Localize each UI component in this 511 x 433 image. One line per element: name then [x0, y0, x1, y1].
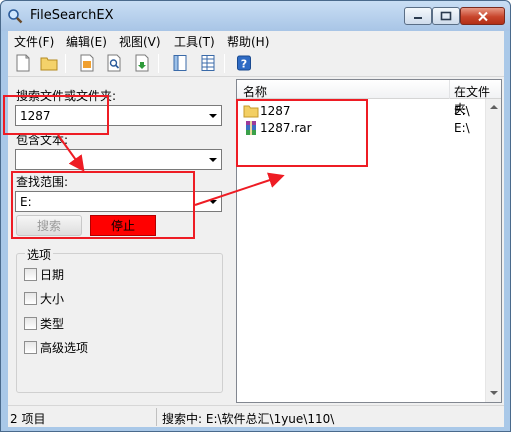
annotation-arrows — [57, 134, 285, 206]
annotation-arrow-down — [57, 134, 85, 172]
annotation-arrow-right — [194, 172, 285, 206]
app-window: FileSearchEX 文件(F) 编辑(E) 视图(V) 工具(T) 帮助(… — [0, 0, 511, 432]
